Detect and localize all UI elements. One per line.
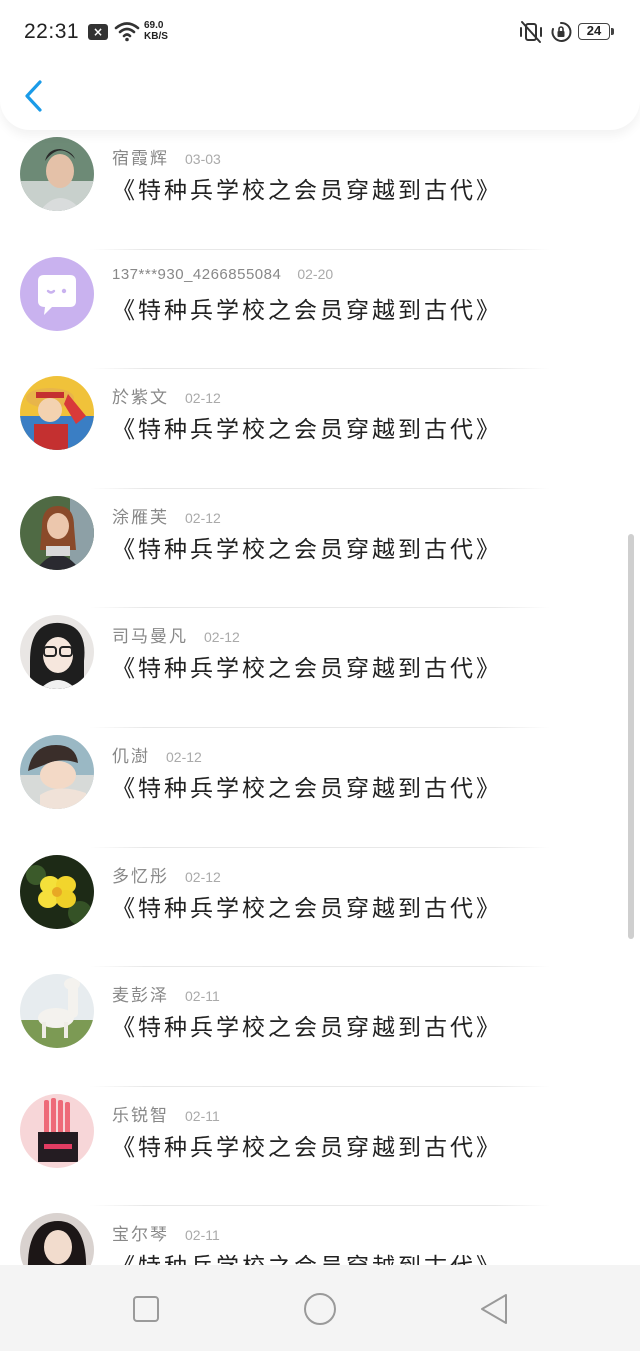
avatar[interactable] (20, 1093, 94, 1168)
battery-tip (611, 28, 614, 35)
list-item[interactable]: 乐锐智 02-11 《特种兵学校之会员穿越到古代》 (0, 1087, 640, 1207)
item-meta: 乐锐智 02-11 (112, 1101, 220, 1126)
user-name: 宝尔琴 (112, 1225, 169, 1246)
user-name: 司马曼凡 (112, 627, 188, 648)
vibrate-mute-icon (520, 21, 542, 43)
user-name: 仉澍 (112, 746, 150, 767)
chevron-left-icon (25, 80, 42, 112)
list-item[interactable]: 宿霞辉 03-03 《特种兵学校之会员穿越到古代》 (0, 130, 640, 250)
navigation-bar (0, 1265, 640, 1351)
item-date: 02-12 (185, 509, 221, 526)
scrollbar[interactable] (628, 534, 634, 939)
system-back-button[interactable] (474, 1289, 514, 1329)
item-date: 02-12 (185, 390, 221, 407)
item-meta: 麦彭泽 02-11 (112, 981, 220, 1007)
item-title[interactable]: 《特种兵学校之会员穿越到古代》 (112, 1128, 502, 1162)
comment-list[interactable]: 宿霞辉 03-03 《特种兵学校之会员穿越到古代》 137***930_42668… (0, 130, 640, 1265)
avatar[interactable] (20, 854, 94, 929)
avatar[interactable] (20, 256, 94, 331)
item-title[interactable]: 《特种兵学校之会员穿越到古代》 (112, 889, 502, 923)
list-item[interactable]: 多忆彤 02-12 《特种兵学校之会员穿越到古代》 (0, 848, 640, 968)
user-name: 多忆彤 (112, 866, 169, 887)
list-item[interactable]: 仉澍 02-12 《特种兵学校之会员穿越到古代》 (0, 728, 640, 848)
item-title[interactable]: 《特种兵学校之会员穿越到古代》 (112, 530, 502, 564)
item-meta: 137***930_4266855084 02-20 (112, 264, 333, 288)
header-bar (0, 64, 640, 130)
user-name: 涂雁芙 (112, 507, 169, 528)
list-item[interactable]: 司马曼凡 02-12 《特种兵学校之会员穿越到古代》 (0, 608, 640, 728)
user-name: 麦彭泽 (112, 986, 169, 1007)
item-meta: 於紫文 02-12 (112, 383, 221, 409)
item-meta: 宿霞辉 03-03 (112, 144, 221, 169)
user-name: 乐锐智 (112, 1105, 169, 1126)
list-item[interactable]: 137***930_4266855084 02-20 《特种兵学校之会员穿越到古代… (0, 250, 640, 370)
list-item[interactable]: 宝尔琴 02-11 《特种兵学校之会员穿越到古代》 (0, 1206, 640, 1265)
item-date: 02-11 (185, 1107, 220, 1124)
recents-button[interactable] (128, 1291, 164, 1327)
notification-icon: × (88, 24, 108, 40)
avatar[interactable] (20, 734, 94, 809)
avatar[interactable] (20, 495, 94, 570)
status-bar: 22:31 × 69.0 KB/S 24 (0, 0, 640, 64)
square-icon (133, 1296, 159, 1322)
user-name: 137***930_4266855084 (112, 265, 282, 283)
list-item[interactable]: 涂雁芙 02-12 《特种兵学校之会员穿越到古代》 (0, 489, 640, 609)
item-title[interactable]: 《特种兵学校之会员穿越到古代》 (112, 171, 502, 205)
item-title[interactable]: 《特种兵学校之会员穿越到古代》 (112, 291, 502, 325)
item-meta: 涂雁芙 02-12 (112, 503, 221, 528)
speed-unit: KB/S (144, 31, 168, 42)
item-title[interactable]: 《特种兵学校之会员穿越到古代》 (112, 410, 502, 444)
battery-indicator: 24 (578, 23, 610, 40)
item-meta: 多忆彤 02-12 (112, 862, 221, 887)
triangle-back-icon (481, 1294, 507, 1324)
status-time: 22:31 (24, 20, 80, 43)
avatar[interactable] (20, 615, 94, 690)
home-button[interactable] (300, 1289, 340, 1329)
network-speed: 69.0 KB/S (144, 20, 168, 42)
rotation-lock-icon (551, 21, 572, 42)
avatar[interactable] (20, 137, 94, 211)
item-title[interactable]: 《特种兵学校之会员穿越到古代》 (112, 769, 502, 803)
wifi-icon (114, 22, 140, 42)
item-title[interactable]: 《特种兵学校之会员穿越到古代》 (112, 649, 502, 683)
item-title[interactable]: 《特种兵学校之会员穿越到古代》 (112, 1008, 502, 1042)
item-date: 03-03 (185, 151, 221, 167)
item-title[interactable]: 《特种兵学校之会员穿越到古代》 (112, 1247, 502, 1265)
item-meta: 宝尔琴 02-11 (112, 1220, 220, 1246)
speed-value: 69.0 (144, 20, 164, 31)
item-date: 02-11 (185, 988, 220, 1005)
user-name: 宿霞辉 (112, 149, 169, 169)
item-meta: 司马曼凡 02-12 (112, 622, 240, 648)
item-date: 02-20 (297, 265, 334, 282)
back-button[interactable] (18, 74, 54, 118)
item-date: 02-11 (185, 1227, 220, 1244)
avatar[interactable] (20, 1213, 94, 1265)
circle-icon (304, 1293, 336, 1325)
item-date: 02-12 (166, 748, 202, 765)
item-date: 02-12 (204, 629, 240, 646)
item-date: 02-12 (185, 868, 221, 885)
item-meta: 仉澍 02-12 (112, 742, 202, 767)
list-item[interactable]: 於紫文 02-12 《特种兵学校之会员穿越到古代》 (0, 369, 640, 489)
user-name: 於紫文 (112, 388, 169, 409)
avatar[interactable] (20, 974, 94, 1049)
avatar[interactable] (20, 376, 94, 451)
list-item[interactable]: 麦彭泽 02-11 《特种兵学校之会员穿越到古代》 (0, 967, 640, 1087)
screen: 22:31 × 69.0 KB/S 24 宿霞辉 03-03 《特种兵学校之会员… (0, 0, 640, 1351)
